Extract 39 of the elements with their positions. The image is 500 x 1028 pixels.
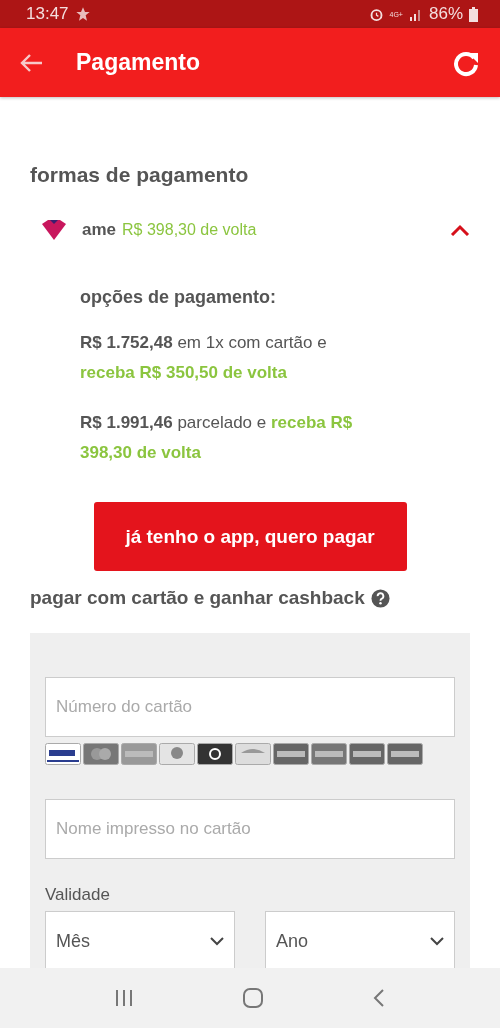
heart-icon bbox=[40, 219, 68, 241]
wallet-name: ame bbox=[82, 220, 117, 240]
options-title: opções de pagamento: bbox=[80, 287, 278, 308]
chevron-down-icon bbox=[210, 936, 224, 946]
section-title: pagar com cartão e ganhar cashback bbox=[30, 587, 365, 609]
page-title: Pagamento bbox=[76, 49, 201, 76]
back-arrow-icon[interactable] bbox=[20, 52, 44, 73]
card-brand-icon bbox=[197, 743, 233, 765]
section-title: formas de pagamento bbox=[30, 163, 250, 187]
pay-with-app-button[interactable]: já tenho o app, quero pagar bbox=[93, 502, 407, 571]
card-brand-icon bbox=[83, 743, 119, 765]
card-brand-icon bbox=[273, 743, 309, 765]
cardholder-name-field[interactable]: Nome impresso no cartão bbox=[45, 799, 455, 859]
star-icon bbox=[74, 6, 91, 22]
help-icon[interactable] bbox=[370, 588, 390, 608]
battery-percent: 86% bbox=[428, 4, 463, 24]
alarm-icon bbox=[368, 6, 384, 22]
back-icon[interactable] bbox=[372, 988, 386, 1008]
dropdown[interactable]: Ano bbox=[265, 911, 455, 968]
card-brand-icon bbox=[159, 743, 195, 765]
card-brand-icon bbox=[121, 743, 157, 765]
chevron-down-icon bbox=[430, 936, 444, 946]
dropdown[interactable]: Mês bbox=[45, 911, 235, 968]
card-brand-icon bbox=[349, 743, 385, 765]
home-icon[interactable] bbox=[242, 988, 264, 1008]
card-brand-icon bbox=[45, 743, 81, 765]
card-brand-icon bbox=[311, 743, 347, 765]
signal-icon bbox=[408, 7, 423, 21]
card-brand-icon bbox=[387, 743, 423, 765]
recent-apps-icon[interactable] bbox=[114, 989, 134, 1007]
payment-option: R$ 1.752,48 em 1x com cartão e receba R$ 350,50 de volta bbox=[80, 328, 380, 388]
chevron-icon[interactable] bbox=[450, 224, 470, 236]
payment-option: R$ 1.991,46 parcelado e receba R$ 398,30 de volta bbox=[80, 408, 380, 468]
card-brand-icon bbox=[235, 743, 271, 765]
card-number-field[interactable]: Número do cartão bbox=[45, 677, 455, 737]
battery-icon bbox=[469, 6, 478, 22]
clock: 13:47 bbox=[26, 4, 69, 24]
expiry-label: Validade bbox=[45, 885, 111, 905]
cashback-label: R$ 398,30 de volta bbox=[122, 221, 257, 239]
